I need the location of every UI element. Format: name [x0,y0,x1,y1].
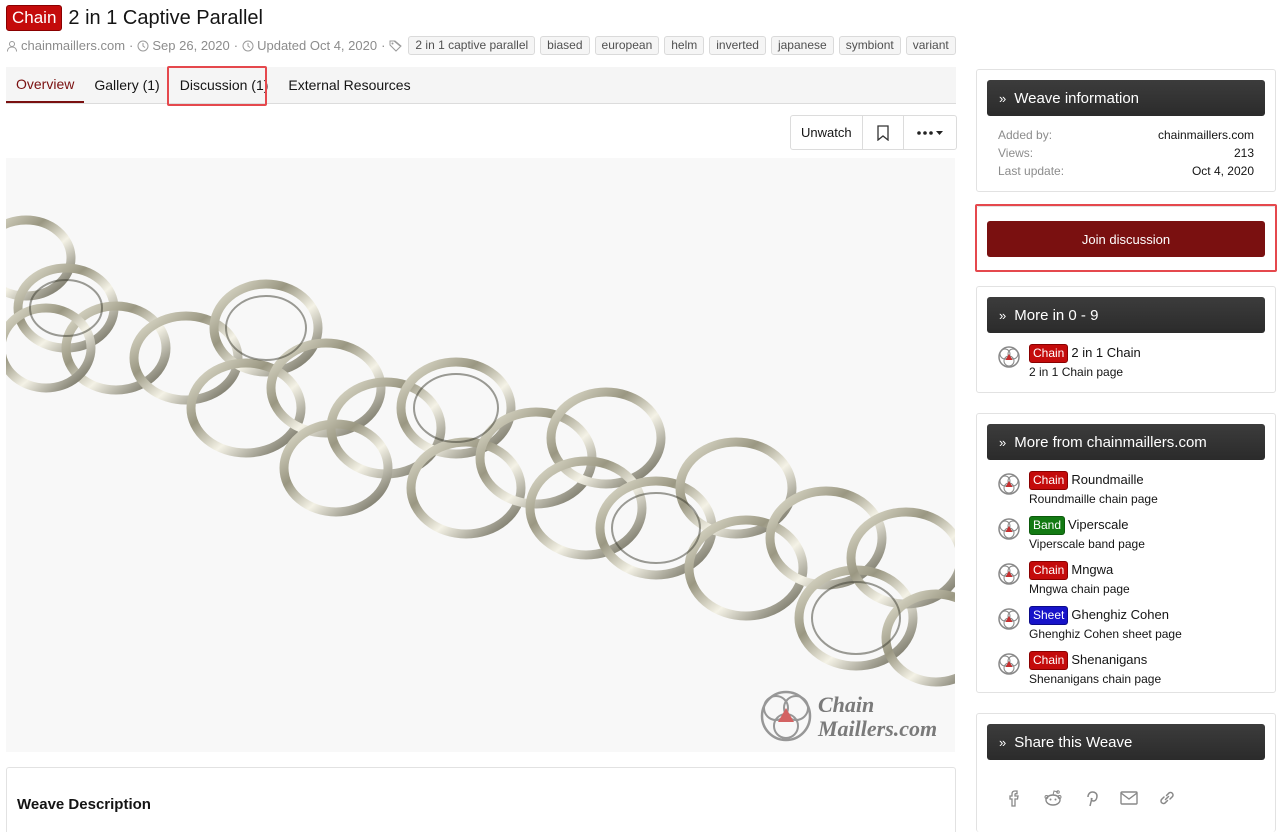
chainmaillers-logo [760,690,812,742]
share-icons [977,770,1275,808]
page-title: Chain 2 in 1 Captive Parallel [6,5,263,31]
item-name[interactable]: Viperscale [1068,517,1128,532]
weave-logo-icon [998,608,1020,630]
updated-date: Updated Oct 4, 2020 [257,38,378,53]
tag[interactable]: 2 in 1 captive parallel [408,36,536,55]
link-icon[interactable] [1157,788,1177,808]
weave-title: 2 in 1 Captive Parallel [68,6,263,29]
tab-bar: Overview Gallery (1) Discussion (1) Exte… [6,67,956,104]
item-subtitle: Shenanigans chain page [1029,672,1162,686]
watermark-text: Maillers.com [817,716,937,741]
type-label: Chain [1029,651,1069,670]
type-label: Band [1029,516,1066,535]
pinterest-icon[interactable] [1081,788,1101,808]
tag[interactable]: biased [540,36,590,55]
more-in-block: » More in 0 - 9 Chain 2 in 1 Chain 2 in 1… [976,286,1276,393]
item-name[interactable]: Ghenghiz Cohen [1071,607,1169,622]
type-label: Sheet [1029,606,1069,625]
chain-illustration: Chain Maillers.com [6,215,955,742]
item-subtitle: Roundmaille chain page [1029,492,1158,506]
double-chevron-icon: » [999,434,1006,450]
post-date: Sep 26, 2020 [152,38,230,53]
info-row: Added by: chainmaillers.com [977,126,1275,144]
info-value[interactable]: chainmaillers.com [1158,126,1254,144]
item-subtitle: Viperscale band page [1029,537,1145,551]
weave-logo-icon [998,563,1020,585]
action-buttons: Unwatch [790,115,957,150]
list-item[interactable]: Band Viperscale Viperscale band page [977,515,1275,554]
author-link[interactable]: chainmaillers.com [21,38,125,53]
block-title: More from chainmaillers.com [1014,433,1207,451]
tab-external-resources[interactable]: External Resources [278,67,420,103]
reddit-icon[interactable] [1043,788,1063,808]
double-chevron-icon: » [999,90,1006,106]
block-header: » Share this Weave [987,724,1265,760]
more-from-block: » More from chainmaillers.com Chain Round… [976,413,1276,693]
item-name[interactable]: Shenanigans [1071,652,1147,667]
clock-icon [242,40,254,51]
tag[interactable]: inverted [709,36,766,55]
info-row: Last update: Oct 4, 2020 [977,162,1275,180]
list-item[interactable]: Chain Mngwa Mngwa chain page [977,560,1275,599]
watermark-text: Chain [818,692,874,717]
weave-image[interactable]: Chain Maillers.com [6,158,955,752]
item-name[interactable]: 2 in 1 Chain [1071,345,1140,360]
weave-logo-icon [998,473,1020,495]
block-header: » More from chainmaillers.com [987,424,1265,460]
tab-overview[interactable]: Overview [6,67,85,103]
bookmark-button[interactable] [863,116,904,149]
weave-logo-icon [998,346,1020,368]
join-discussion-button[interactable]: Join discussion [987,221,1265,257]
weave-info-block: » Weave information Added by: chainmaill… [976,69,1276,192]
double-chevron-icon: » [999,734,1006,750]
type-label: Chain [6,5,63,31]
type-label: Chain [1029,471,1069,490]
info-row: Views: 213 [977,144,1275,162]
list-item[interactable]: Chain Shenanigans Shenanigans chain page [977,650,1275,689]
clock-icon [137,40,149,51]
tags-icon [389,40,403,52]
list-item[interactable]: Chain 2 in 1 Chain 2 in 1 Chain page [977,343,1275,382]
type-label: Chain [1029,561,1069,580]
type-label: Chain [1029,344,1069,363]
tag[interactable]: symbiont [838,36,901,55]
info-key: Added by: [998,128,1053,142]
info-key: Views: [998,146,1034,160]
block-title: Share this Weave [1014,733,1133,751]
info-value: Oct 4, 2020 [1191,164,1254,178]
tag[interactable]: variant [905,36,956,55]
block-header: » Weave information [987,80,1265,116]
facebook-icon[interactable] [1005,788,1025,808]
share-block: » Share this Weave [976,713,1276,832]
item-subtitle: Ghenghiz Cohen sheet page [1029,627,1182,641]
weave-logo-icon [998,518,1020,540]
user-icon [7,40,17,52]
tag[interactable]: european [594,36,660,55]
tab-discussion[interactable]: Discussion (1) [170,67,279,103]
item-name[interactable]: Mngwa [1071,562,1113,577]
tab-gallery[interactable]: Gallery (1) [84,67,169,103]
info-value: 213 [1233,146,1254,160]
block-header: » More in 0 - 9 [987,297,1265,333]
meta-row: chainmaillers.com · Sep 26, 2020 · Updat… [6,36,961,55]
unwatch-button[interactable]: Unwatch [791,116,863,149]
tag[interactable]: japanese [770,36,834,55]
info-key: Last update: [998,164,1065,178]
email-icon[interactable] [1119,788,1139,808]
block-title: More in 0 - 9 [1014,306,1099,324]
item-name[interactable]: Roundmaille [1071,472,1143,487]
bookmark-icon [876,124,889,141]
double-chevron-icon: » [999,307,1006,323]
block-title: Weave information [1014,89,1140,107]
ellipsis-icon [916,130,943,135]
list-item[interactable]: Chain Roundmaille Roundmaille chain page [977,470,1275,509]
description-block: Weave Description [6,767,956,832]
description-title: Weave Description [17,796,151,813]
tag[interactable]: helm [664,36,705,55]
item-subtitle: Mngwa chain page [1029,582,1130,596]
item-subtitle: 2 in 1 Chain page [1029,365,1124,379]
weave-logo-icon [998,653,1020,675]
list-item[interactable]: Sheet Ghenghiz Cohen Ghenghiz Cohen sheet… [977,605,1275,644]
more-options-button[interactable] [904,116,956,149]
